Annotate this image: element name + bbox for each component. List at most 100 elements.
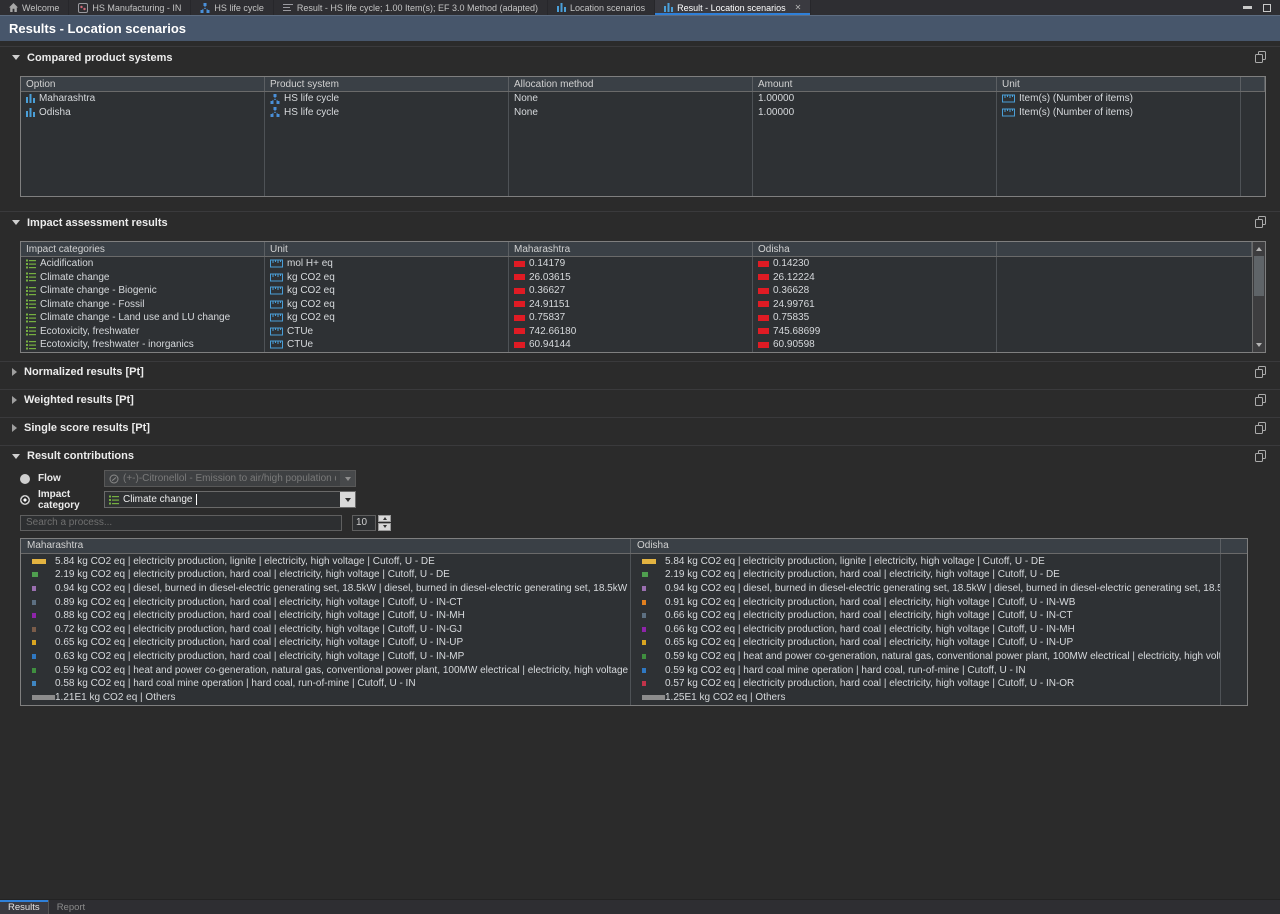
contribution-row[interactable]: 0.59 kg CO2 eq | heat and power co-gener… bbox=[21, 663, 630, 677]
contribution-color-chip bbox=[642, 627, 646, 632]
table-row[interactable]: Odisha HS life cycle None 1.00000 Item(s… bbox=[21, 106, 1265, 120]
column-header-allocation-method[interactable]: Allocation method bbox=[509, 77, 753, 91]
section-header[interactable]: Compared product systems bbox=[8, 47, 1272, 68]
column-header-maharashtra[interactable]: Maharashtra bbox=[21, 539, 631, 553]
copy-icon[interactable] bbox=[1255, 450, 1266, 462]
count-input[interactable] bbox=[352, 515, 376, 531]
contribution-row[interactable]: 0.88 kg CO2 eq | electricity production,… bbox=[21, 609, 630, 623]
maximize-icon[interactable] bbox=[1263, 4, 1271, 12]
unit-icon bbox=[1002, 108, 1015, 117]
impact-row[interactable]: Ecotoxicity, freshwater - inorganics CTU… bbox=[21, 338, 1252, 352]
contribution-row[interactable]: 0.94 kg CO2 eq | diesel, burned in diese… bbox=[21, 582, 630, 596]
contribution-row[interactable]: 1.25E1 kg CO2 eq | Others bbox=[631, 690, 1220, 704]
value-bar-chip bbox=[758, 274, 769, 280]
unit-name: CTUe bbox=[287, 326, 313, 337]
impact-row[interactable]: Acidification mol H+ eq 0.14179 0.14230 bbox=[21, 257, 1252, 271]
section-header[interactable]: Weighted results [Pt] bbox=[8, 390, 1272, 411]
scroll-down-icon[interactable] bbox=[1253, 339, 1265, 352]
impact-category-icon bbox=[26, 326, 36, 336]
impact-category-radio[interactable] bbox=[20, 495, 30, 505]
expand-toggle-icon[interactable] bbox=[12, 368, 17, 376]
spinner-down-icon[interactable] bbox=[378, 523, 391, 531]
tab-result-location-scenarios[interactable]: Result - Location scenarios ✕ bbox=[655, 0, 811, 15]
contribution-row[interactable]: 2.19 kg CO2 eq | electricity production,… bbox=[21, 568, 630, 582]
contribution-row[interactable]: 0.89 kg CO2 eq | electricity production,… bbox=[21, 595, 630, 609]
column-header-unit[interactable]: Unit bbox=[997, 77, 1241, 91]
result-value: 60.94144 bbox=[529, 339, 571, 350]
scrollbar-thumb[interactable] bbox=[1254, 256, 1264, 296]
impact-category-icon bbox=[109, 495, 119, 505]
column-header-option[interactable]: Option bbox=[21, 77, 265, 91]
collapse-toggle-icon[interactable] bbox=[12, 55, 20, 60]
tab-hs-manufacturing[interactable]: HS Manufacturing - IN bbox=[69, 0, 191, 15]
column-header-odisha[interactable]: Odisha bbox=[631, 539, 1221, 553]
column-header-impact-categories[interactable]: Impact categories bbox=[21, 242, 265, 256]
collapse-toggle-icon[interactable] bbox=[12, 454, 20, 459]
flow-select: (+-)-Citronellol - Emission to air/high … bbox=[104, 470, 356, 487]
contribution-row[interactable]: 0.91 kg CO2 eq | electricity production,… bbox=[631, 595, 1220, 609]
impact-row[interactable]: Climate change kg CO2 eq 26.03615 26.122… bbox=[21, 271, 1252, 285]
spinner-up-icon[interactable] bbox=[378, 515, 391, 523]
minimize-icon[interactable] bbox=[1243, 6, 1252, 9]
copy-icon[interactable] bbox=[1255, 51, 1266, 63]
contribution-text: 0.65 kg CO2 eq | electricity production,… bbox=[55, 637, 463, 648]
impact-row[interactable]: Climate change - Biogenic kg CO2 eq 0.36… bbox=[21, 284, 1252, 298]
section-header[interactable]: Impact assessment results bbox=[8, 212, 1272, 233]
contribution-row[interactable]: 5.84 kg CO2 eq | electricity production,… bbox=[21, 555, 630, 569]
contribution-row[interactable]: 0.94 kg CO2 eq | diesel, burned in diese… bbox=[631, 582, 1220, 596]
tab-hs-life-cycle[interactable]: HS life cycle bbox=[191, 0, 274, 15]
column-header-odisha[interactable]: Odisha bbox=[753, 242, 997, 256]
copy-icon[interactable] bbox=[1255, 216, 1266, 228]
contribution-row[interactable]: 0.58 kg CO2 eq | hard coal mine operatio… bbox=[21, 677, 630, 691]
flow-radio[interactable] bbox=[20, 474, 30, 484]
value-bar-chip bbox=[758, 342, 769, 348]
value-bar-chip bbox=[514, 261, 525, 267]
unit-name: kg CO2 eq bbox=[287, 299, 335, 310]
contribution-row[interactable]: 0.63 kg CO2 eq | electricity production,… bbox=[21, 650, 630, 664]
contribution-row[interactable]: 1.21E1 kg CO2 eq | Others bbox=[21, 690, 630, 704]
contribution-color-chip bbox=[32, 695, 55, 700]
copy-icon[interactable] bbox=[1255, 394, 1266, 406]
section-header[interactable]: Normalized results [Pt] bbox=[8, 362, 1272, 383]
collapse-toggle-icon[interactable] bbox=[12, 220, 20, 225]
column-header-maharashtra[interactable]: Maharashtra bbox=[509, 242, 753, 256]
tab-result-hs-life-cycle[interactable]: Result - HS life cycle; 1.00 Item(s); EF… bbox=[274, 0, 548, 15]
contribution-row[interactable]: 0.65 kg CO2 eq | electricity production,… bbox=[631, 636, 1220, 650]
contribution-row[interactable]: 0.66 kg CO2 eq | electricity production,… bbox=[631, 609, 1220, 623]
impact-row[interactable]: Climate change - Land use and LU change … bbox=[21, 311, 1252, 325]
vertical-scrollbar[interactable] bbox=[1252, 242, 1265, 352]
copy-icon[interactable] bbox=[1255, 366, 1266, 378]
contribution-row[interactable]: 0.72 kg CO2 eq | electricity production,… bbox=[21, 622, 630, 636]
column-header-stub bbox=[997, 242, 1252, 256]
impact-row[interactable]: Ecotoxicity, freshwater CTUe 742.66180 7… bbox=[21, 325, 1252, 339]
expand-toggle-icon[interactable] bbox=[12, 424, 17, 432]
contribution-row[interactable]: 0.59 kg CO2 eq | heat and power co-gener… bbox=[631, 650, 1220, 664]
column-header-product-system[interactable]: Product system bbox=[265, 77, 509, 91]
section-header[interactable]: Result contributions bbox=[8, 446, 1272, 467]
contribution-row[interactable]: 0.57 kg CO2 eq | electricity production,… bbox=[631, 677, 1220, 691]
contribution-row[interactable]: 0.59 kg CO2 eq | hard coal mine operatio… bbox=[631, 663, 1220, 677]
column-header-amount[interactable]: Amount bbox=[753, 77, 997, 91]
impact-row[interactable]: Climate change - Fossil kg CO2 eq 24.911… bbox=[21, 298, 1252, 312]
search-process-input[interactable] bbox=[20, 515, 342, 531]
section-impact-assessment-results: Impact assessment results Impact categor… bbox=[0, 211, 1280, 353]
copy-icon[interactable] bbox=[1255, 422, 1266, 434]
empty-column bbox=[1221, 554, 1247, 706]
scroll-up-icon[interactable] bbox=[1253, 242, 1265, 255]
contribution-row[interactable]: 2.19 kg CO2 eq | electricity production,… bbox=[631, 568, 1220, 582]
impact-category-select[interactable]: Climate change bbox=[104, 491, 356, 508]
contribution-row[interactable]: 5.84 kg CO2 eq | electricity production,… bbox=[631, 555, 1220, 569]
chevron-down-icon[interactable] bbox=[340, 492, 355, 507]
tab-welcome[interactable]: Welcome bbox=[0, 0, 69, 15]
close-icon[interactable]: ✕ bbox=[795, 3, 802, 12]
tab-report[interactable]: Report bbox=[49, 900, 94, 914]
tab-results[interactable]: Results bbox=[0, 900, 49, 914]
tab-location-scenarios[interactable]: Location scenarios bbox=[548, 0, 655, 15]
contribution-row[interactable]: 0.66 kg CO2 eq | electricity production,… bbox=[631, 622, 1220, 636]
contribution-row[interactable]: 0.65 kg CO2 eq | electricity production,… bbox=[21, 636, 630, 650]
table-row[interactable]: Maharashtra HS life cycle None 1.00000 I… bbox=[21, 92, 1265, 106]
column-header-unit[interactable]: Unit bbox=[265, 242, 509, 256]
section-header[interactable]: Single score results [Pt] bbox=[8, 418, 1272, 439]
contribution-color-chip bbox=[32, 559, 46, 564]
expand-toggle-icon[interactable] bbox=[12, 396, 17, 404]
